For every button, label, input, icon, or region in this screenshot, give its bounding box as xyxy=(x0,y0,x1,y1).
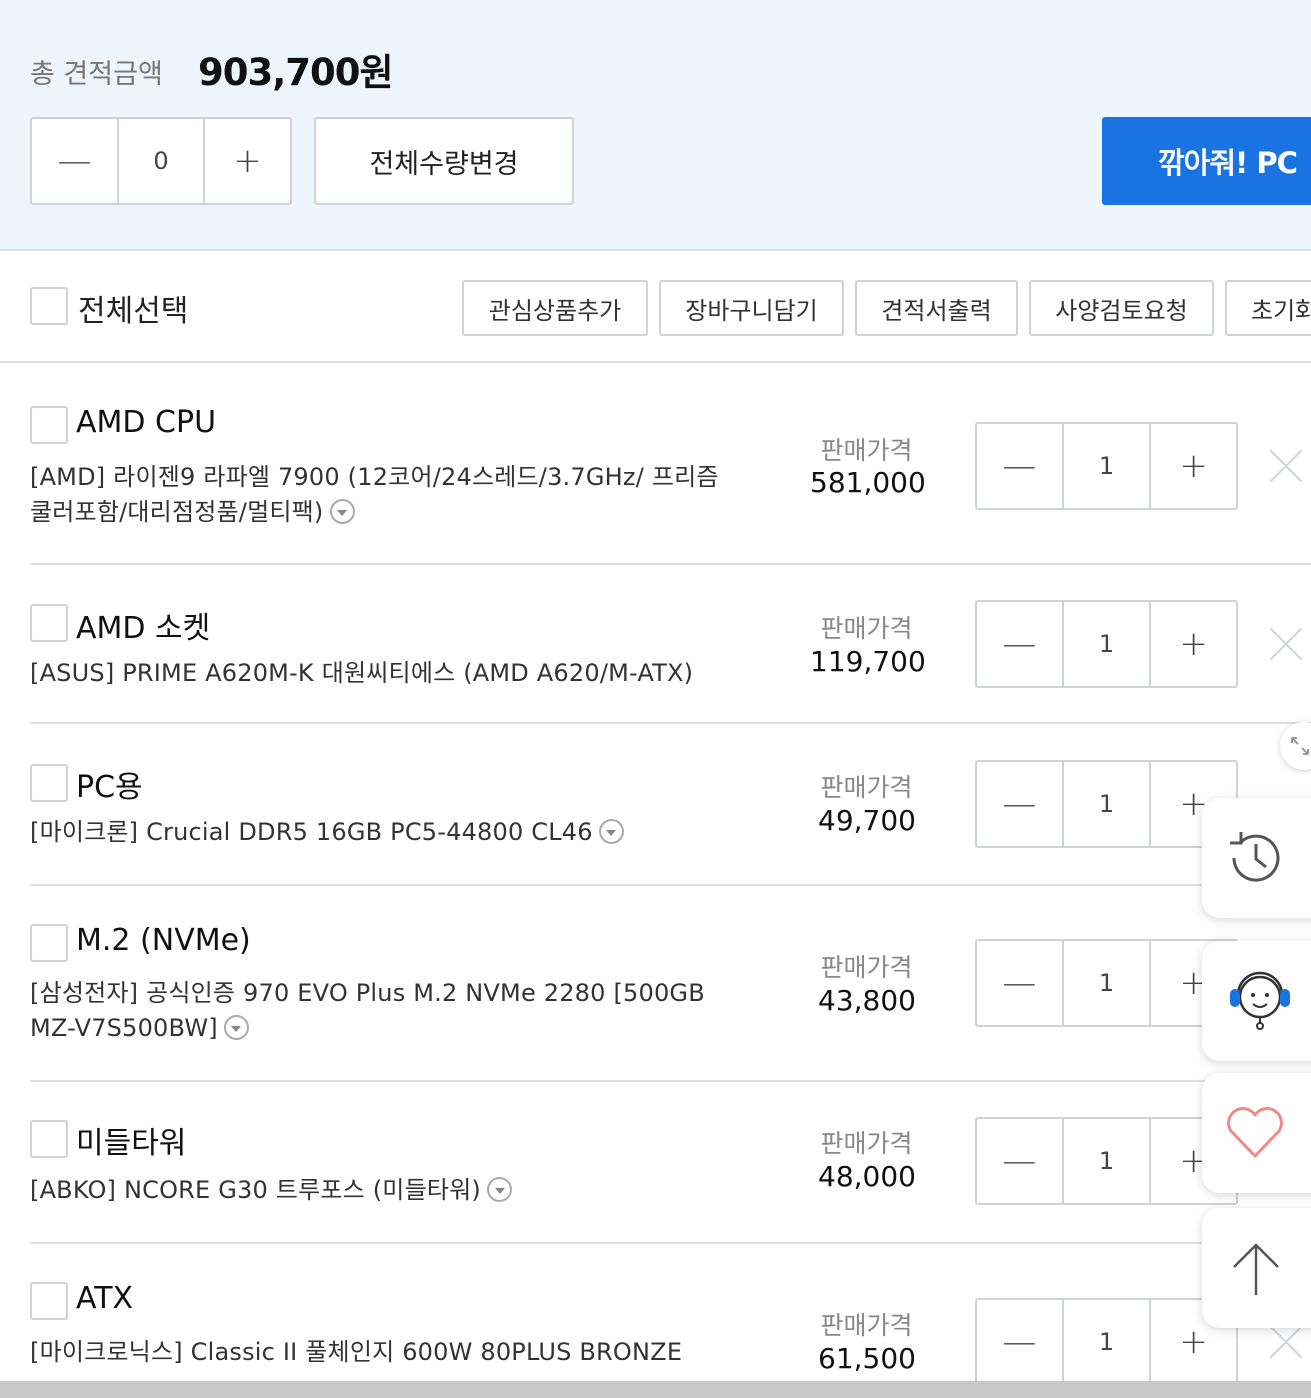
plus-icon[interactable]: + xyxy=(1151,602,1236,686)
discount-pc-button[interactable]: 깎아줘! PC xyxy=(1102,117,1311,205)
product-description: [ASUS] PRIME A620M-K 대원씨티에스 (AMD A620/M-… xyxy=(30,656,750,691)
product-description: [마이크로닉스] Classic II 풀체인지 600W 80PLUS BRO… xyxy=(30,1335,750,1370)
action-toolbar: 전체선택 관심상품추가 장바구니담기 견적서출력 사양검토요청 초기화 xyxy=(0,251,1311,363)
quantity-stepper: — 1 + xyxy=(975,600,1238,688)
arrow-up-icon xyxy=(1233,1243,1279,1295)
quantity-input[interactable]: 1 xyxy=(1061,941,1152,1025)
product-checkbox[interactable] xyxy=(30,764,68,802)
minus-icon[interactable]: — xyxy=(977,762,1062,846)
expand-details-icon[interactable] xyxy=(598,818,624,844)
plus-icon[interactable]: + xyxy=(205,119,290,203)
product-name: [삼성전자] 공식인증 970 EVO Plus M.2 NVMe 2280 [… xyxy=(30,979,705,1042)
product-row: AMD CPU [AMD] 라이젠9 라파엘 7900 (12코어/24스레드/… xyxy=(0,363,1311,565)
print-estimate-button[interactable]: 견적서출력 xyxy=(855,280,1018,336)
select-all-checkbox[interactable] xyxy=(30,287,68,325)
bulk-quantity-stepper: — 0 + xyxy=(30,117,292,205)
scroll-top-button[interactable] xyxy=(1202,1208,1311,1328)
estimate-summary-panel: 총 견적금액 903,700원 — 0 + 전체수량변경 깎아줘! PC xyxy=(0,0,1311,251)
quantity-input[interactable]: 1 xyxy=(1061,1300,1152,1381)
product-category: ATX xyxy=(76,1281,134,1316)
expand-arrows-glyph xyxy=(1291,737,1309,755)
bulk-quantity-input[interactable]: 0 xyxy=(117,119,205,203)
total-estimate-value: 903,700원 xyxy=(198,51,394,94)
product-description: [AMD] 라이젠9 라파엘 7900 (12코어/24스레드/3.7GHz/ … xyxy=(30,460,730,530)
product-row: AMD 소켓 [ASUS] PRIME A620M-K 대원씨티에스 (AMD … xyxy=(0,565,1311,724)
quantity-stepper: — 1 + xyxy=(975,760,1238,848)
price-value: 43,800 xyxy=(818,984,916,1017)
quantity-input[interactable]: 1 xyxy=(1061,424,1152,508)
price-label: 판매가격 xyxy=(820,614,913,643)
quantity-input[interactable]: 1 xyxy=(1061,762,1152,846)
minus-icon[interactable]: — xyxy=(977,1300,1062,1381)
spec-review-request-button[interactable]: 사양검토요청 xyxy=(1029,280,1214,336)
select-all-label: 전체선택 xyxy=(78,294,189,329)
price-label: 판매가격 xyxy=(820,1311,913,1340)
reset-button[interactable]: 초기화 xyxy=(1225,280,1311,336)
price-label: 판매가격 xyxy=(820,773,913,802)
expand-details-icon[interactable] xyxy=(223,1014,249,1040)
add-to-cart-button[interactable]: 장바구니담기 xyxy=(659,280,844,336)
product-name: [마이크로닉스] Classic II 풀체인지 600W 80PLUS BRO… xyxy=(30,1338,683,1366)
quantity-input[interactable]: 1 xyxy=(1061,1119,1152,1203)
minus-icon[interactable]: — xyxy=(32,119,117,203)
price-label: 판매가격 xyxy=(820,1129,913,1158)
quantity-stepper: — 1 + xyxy=(975,1298,1238,1381)
minus-icon[interactable]: — xyxy=(977,1119,1062,1203)
price-value: 48,000 xyxy=(818,1160,916,1193)
product-category: AMD CPU xyxy=(76,405,217,440)
recent-history-button[interactable] xyxy=(1202,798,1311,918)
quantity-stepper: — 1 + xyxy=(975,1117,1238,1205)
product-description: [삼성전자] 공식인증 970 EVO Plus M.2 NVMe 2280 [… xyxy=(30,976,745,1046)
heart-icon xyxy=(1227,1107,1283,1158)
price-label: 판매가격 xyxy=(820,953,913,982)
product-name: [ASUS] PRIME A620M-K 대원씨티에스 (AMD A620/M-… xyxy=(30,659,694,687)
product-name: [마이크론] Crucial DDR5 16GB PC5-44800 CL46 xyxy=(30,818,593,846)
product-category: 미들타워 xyxy=(76,1126,187,1161)
customer-support-button[interactable] xyxy=(1202,941,1311,1061)
add-to-wishlist-button[interactable]: 관심상품추가 xyxy=(462,280,648,336)
product-category: PC용 xyxy=(76,770,143,805)
product-description: [마이크론] Crucial DDR5 16GB PC5-44800 CL46 xyxy=(30,815,750,850)
product-category: M.2 (NVMe) xyxy=(76,923,251,958)
expand-details-icon[interactable] xyxy=(487,1176,512,1202)
plus-icon[interactable]: + xyxy=(1151,424,1236,508)
product-checkbox[interactable] xyxy=(30,604,68,642)
product-description: [ABKO] NCORE G30 트루포스 (미들타워) xyxy=(30,1173,750,1208)
total-estimate-label: 총 견적금액 xyxy=(30,59,163,90)
price-label: 판매가격 xyxy=(820,436,913,465)
product-checkbox[interactable] xyxy=(30,924,68,962)
remove-item-icon[interactable] xyxy=(1268,1324,1304,1360)
product-row: M.2 (NVMe) [삼성전자] 공식인증 970 EVO Plus M.2 … xyxy=(0,886,1311,1082)
customer-support-icon xyxy=(1230,971,1290,1030)
history-icon xyxy=(1230,832,1280,882)
remove-item-icon[interactable] xyxy=(1268,448,1304,484)
minus-icon[interactable]: — xyxy=(977,424,1062,508)
product-row: PC용 [마이크론] Crucial DDR5 16GB PC5-44800 C… xyxy=(0,724,1311,886)
change-all-quantity-button[interactable]: 전체수량변경 xyxy=(314,117,574,205)
wishlist-button[interactable] xyxy=(1202,1073,1311,1193)
product-checkbox[interactable] xyxy=(30,1282,68,1320)
product-name: [ABKO] NCORE G30 트루포스 (미들타워) xyxy=(30,1176,481,1204)
product-row: 미들타워 [ABKO] NCORE G30 트루포스 (미들타워) 판매가격 4… xyxy=(0,1082,1311,1244)
price-value: 49,700 xyxy=(818,804,916,837)
minus-icon[interactable]: — xyxy=(977,602,1062,686)
price-value: 581,000 xyxy=(810,466,926,499)
product-name: [AMD] 라이젠9 라파엘 7900 (12코어/24스레드/3.7GHz/ … xyxy=(30,463,719,526)
remove-item-icon[interactable] xyxy=(1268,626,1304,662)
horizontal-scrollbar[interactable] xyxy=(0,1381,1311,1398)
expand-details-icon[interactable] xyxy=(329,498,355,524)
product-checkbox[interactable] xyxy=(30,406,68,444)
quantity-input[interactable]: 1 xyxy=(1061,602,1152,686)
price-value: 61,500 xyxy=(818,1342,916,1375)
minus-icon[interactable]: — xyxy=(977,941,1062,1025)
product-checkbox[interactable] xyxy=(30,1120,68,1158)
price-value: 119,700 xyxy=(810,645,926,678)
quantity-stepper: — 1 + xyxy=(975,422,1238,510)
product-category: AMD 소켓 xyxy=(76,611,211,646)
quantity-stepper: — 1 + xyxy=(975,939,1238,1027)
product-row: ATX [마이크로닉스] Classic II 풀체인지 600W 80PLUS… xyxy=(0,1244,1311,1381)
